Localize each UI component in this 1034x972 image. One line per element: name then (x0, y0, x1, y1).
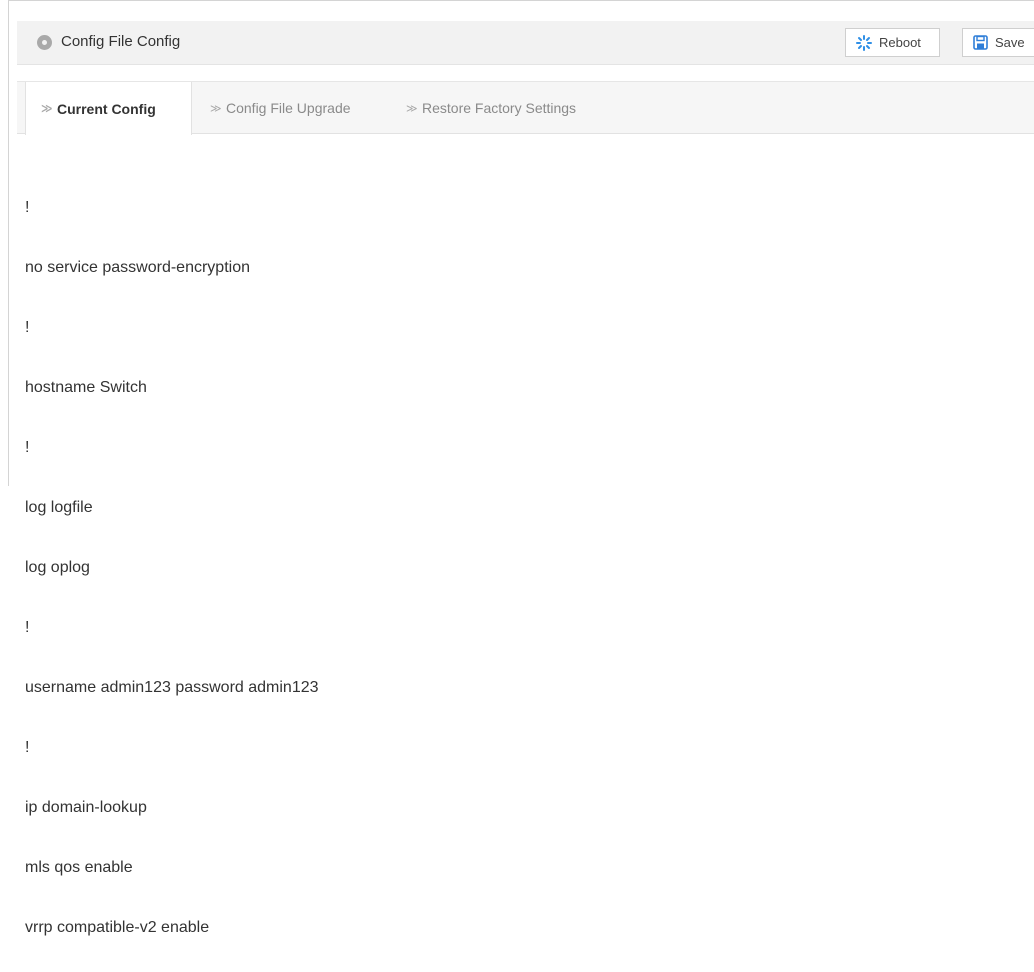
tab-label: Restore Factory Settings (422, 100, 577, 116)
spinner-icon (856, 34, 872, 51)
chevron-right-icon: ≫ (406, 102, 418, 115)
floppy-disk-icon (973, 35, 988, 50)
reboot-label: Reboot (879, 35, 921, 50)
panel-header: Config File Config Reboot Save (17, 21, 1034, 65)
config-line: vrrp compatible-v2 enable (25, 919, 210, 936)
tab-restore-factory-settings[interactable]: ≫ Restore Factory Settings (406, 82, 576, 134)
circle-icon (37, 35, 52, 50)
config-line: ! (25, 439, 30, 456)
tab-config-file-upgrade[interactable]: ≫ Config File Upgrade (210, 82, 351, 134)
tab-current-config[interactable]: ≫ Current Config (25, 82, 192, 135)
config-line: log oplog (25, 559, 90, 576)
config-line: no service password-encryption (25, 259, 250, 276)
save-button[interactable]: Save (962, 28, 1034, 57)
config-line: log logfile (25, 499, 93, 516)
config-line: ! (25, 739, 30, 756)
config-line: mls qos enable (25, 859, 133, 876)
panel-title: Config File Config (61, 33, 181, 50)
save-label: Save (995, 35, 1025, 50)
chevron-right-icon: ≫ (41, 103, 53, 115)
config-line: ! (25, 199, 30, 216)
config-line: ip domain-lookup (25, 799, 147, 816)
chevron-right-icon: ≫ (210, 102, 222, 115)
config-line: ! (25, 619, 30, 636)
config-text: ! no service password-encryption ! hostn… (25, 158, 319, 972)
tab-label: Config File Upgrade (226, 100, 351, 116)
config-line: ! (25, 319, 30, 336)
tab-bar: ≫ Current Config ≫ Config File Upgrade ≫… (17, 81, 1034, 135)
config-line: hostname Switch (25, 379, 147, 396)
config-line: username admin123 password admin123 (25, 679, 319, 696)
reboot-button[interactable]: Reboot (845, 28, 940, 57)
tab-label: Current Config (57, 100, 156, 117)
